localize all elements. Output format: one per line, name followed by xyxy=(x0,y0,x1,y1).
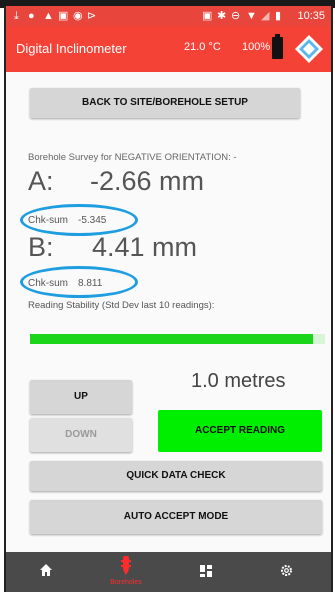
nav-settings[interactable] xyxy=(246,552,326,592)
borehole-icon xyxy=(121,556,131,575)
nfc-icon: ▣ xyxy=(202,10,213,22)
temperature-readout: 21.0 °C xyxy=(184,41,221,53)
location-icon: ● xyxy=(28,10,35,22)
nav-boreholes-label: Boreholes xyxy=(110,579,142,586)
auto-accept-mode-label: AUTO ACCEPT MODE xyxy=(123,511,229,522)
accept-reading-label: ACCEPT READING xyxy=(194,425,285,436)
shortcut-icon: ⊳ xyxy=(87,10,97,22)
quick-data-check-button[interactable]: QUICK DATA CHECK xyxy=(30,461,322,491)
survey-heading: Borehole Survey for NEGATIVE ORIENTATION… xyxy=(28,152,237,163)
stability-label: Reading Stability (Std Dev last 10 readi… xyxy=(28,300,215,311)
stability-bar-fill xyxy=(30,334,314,344)
stability-bar xyxy=(30,334,325,344)
home-icon xyxy=(40,564,52,576)
accept-reading-button[interactable]: ACCEPT READING xyxy=(158,410,322,452)
up-button[interactable]: UP xyxy=(30,380,132,414)
phone-screen: ⤓ ● ▲ ▣ ◉ ⊳ ▣ ✱ ⊖ ▼ ◢ ▮ 10:35 Digital In… xyxy=(4,6,333,592)
record-icon: ◉ xyxy=(73,10,83,22)
b-axis-value: 4.41 mm xyxy=(92,232,198,262)
probe-battery-icon xyxy=(272,34,283,59)
no-signal-icon: ◢ xyxy=(261,10,270,22)
bottom-nav: Boreholes xyxy=(6,552,331,592)
nav-home[interactable] xyxy=(6,552,86,592)
minus-circle-icon: ⊖ xyxy=(231,10,241,22)
status-bar: ⤓ ● ▲ ▣ ◉ ⊳ ▣ ✱ ⊖ ▼ ◢ ▮ 10:35 xyxy=(6,6,331,26)
down-button[interactable]: DOWN xyxy=(30,418,132,452)
quick-data-check-label: QUICK DATA CHECK xyxy=(126,470,226,481)
back-to-setup-button[interactable]: BACK TO SITE/BOREHOLE SETUP xyxy=(30,88,300,118)
b-checksum-highlight xyxy=(20,266,138,298)
b-axis-label: B: xyxy=(28,232,54,262)
up-label: UP xyxy=(74,391,88,402)
image-icon: ▣ xyxy=(58,10,69,22)
status-time: 10:35 xyxy=(297,10,325,22)
dashboard-icon xyxy=(200,565,212,577)
a-axis-value: -2.66 mm xyxy=(90,166,205,196)
down-label: DOWN xyxy=(65,429,97,440)
app-bar: Digital Inclinometer 21.0 °C 100% xyxy=(6,26,331,72)
bluetooth-icon: ✱ xyxy=(217,10,227,22)
battery-icon: ▮ xyxy=(275,10,282,22)
warning-icon: ▲ xyxy=(43,10,54,22)
app-logo-icon[interactable] xyxy=(293,33,325,65)
wifi-icon: ▼ xyxy=(246,10,257,22)
back-to-setup-label: BACK TO SITE/BOREHOLE SETUP xyxy=(82,97,248,108)
auto-accept-mode-button[interactable]: AUTO ACCEPT MODE xyxy=(30,500,322,534)
download-icon: ⤓ xyxy=(14,10,19,22)
a-axis-label: A: xyxy=(28,166,54,196)
battery-percent: 100% xyxy=(242,41,271,53)
nav-boreholes[interactable]: Boreholes xyxy=(86,552,166,592)
depth-readout: 1.0 metres xyxy=(191,370,286,392)
settings-icon xyxy=(281,565,292,576)
nav-dashboard[interactable] xyxy=(166,552,246,592)
app-title: Digital Inclinometer xyxy=(16,41,127,56)
